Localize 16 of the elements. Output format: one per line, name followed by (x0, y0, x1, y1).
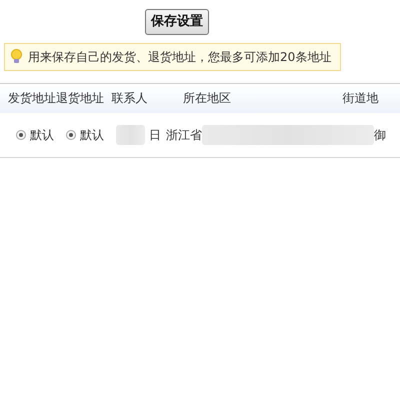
radio-button[interactable] (66, 130, 76, 140)
column-header: 联系人 (111, 91, 148, 105)
tip-text: 用来保存自己的发货、退货地址，您最多可添加20条地址 (28, 48, 332, 66)
table-cell-text: 日 (149, 126, 161, 144)
column-header: 退货地址 (56, 91, 104, 105)
save-button[interactable]: 保存设置 (145, 9, 209, 34)
redacted-area (116, 124, 145, 144)
radio-button[interactable] (16, 130, 26, 140)
column-header: 所在地区 (183, 91, 232, 105)
lightbulb-icon (11, 49, 22, 64)
radio-label: 默认 (30, 126, 54, 144)
table-cell-text: 浙江省 (166, 126, 202, 144)
column-header: 街道地 (342, 91, 379, 105)
radio-label: 默认 (80, 126, 104, 144)
column-header: 发货地址 (8, 91, 56, 105)
table-cell-text: 御 (374, 126, 386, 144)
